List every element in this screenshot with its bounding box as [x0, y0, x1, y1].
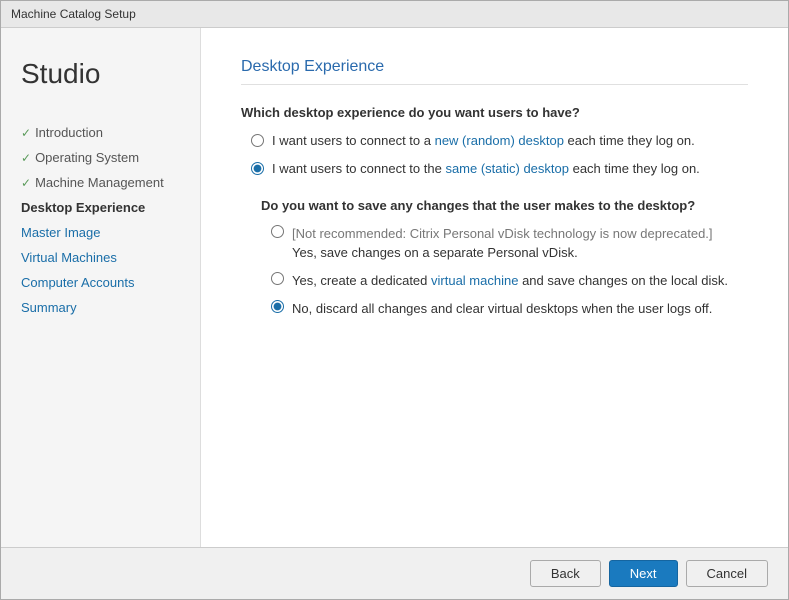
- radio-option-pvdisk: [Not recommended: Citrix Personal vDisk …: [261, 225, 748, 261]
- radio-option-static: I want users to connect to the same (sta…: [241, 160, 748, 178]
- radio-option-local-disk: Yes, create a dedicated virtual machine …: [261, 272, 748, 290]
- app-name: Studio: [1, 48, 200, 120]
- radio-random[interactable]: [251, 134, 264, 147]
- title-bar: Machine Catalog Setup: [1, 1, 788, 28]
- check-icon: ✓: [21, 176, 31, 190]
- radio-pvdisk-label[interactable]: [Not recommended: Citrix Personal vDisk …: [292, 225, 713, 261]
- sidebar-item-label: Introduction: [35, 125, 103, 140]
- radio-pvdisk[interactable]: [271, 225, 284, 238]
- question2: Do you want to save any changes that the…: [261, 198, 748, 213]
- check-icon: ✓: [21, 126, 31, 140]
- radio-static-label[interactable]: I want users to connect to the same (sta…: [272, 160, 700, 178]
- next-button[interactable]: Next: [609, 560, 678, 587]
- sidebar-item-introduction[interactable]: ✓ Introduction: [1, 120, 200, 145]
- sidebar-item-label: Virtual Machines: [21, 250, 117, 265]
- sidebar-item-desktop-experience[interactable]: Desktop Experience: [1, 195, 200, 220]
- sidebar-item-label: Master Image: [21, 225, 100, 240]
- content-area: Studio ✓ Introduction ✓ Operating System…: [1, 28, 788, 547]
- back-button[interactable]: Back: [530, 560, 601, 587]
- radio-discard[interactable]: [271, 300, 284, 313]
- radio-local-disk[interactable]: [271, 272, 284, 285]
- radio-random-label[interactable]: I want users to connect to a new (random…: [272, 132, 695, 150]
- footer: Back Next Cancel: [1, 547, 788, 599]
- sidebar-item-label: Operating System: [35, 150, 139, 165]
- radio-discard-label[interactable]: No, discard all changes and clear virtua…: [292, 300, 712, 318]
- sidebar-item-machine-management[interactable]: ✓ Machine Management: [1, 170, 200, 195]
- radio-static[interactable]: [251, 162, 264, 175]
- sidebar-item-label: Computer Accounts: [21, 275, 134, 290]
- radio-option-discard: No, discard all changes and clear virtua…: [261, 300, 748, 318]
- section-title: Desktop Experience: [241, 58, 748, 85]
- sidebar-item-summary[interactable]: Summary: [1, 295, 200, 320]
- check-icon: ✓: [21, 151, 31, 165]
- sidebar-item-label: Machine Management: [35, 175, 164, 190]
- question1: Which desktop experience do you want use…: [241, 105, 748, 120]
- sidebar: Studio ✓ Introduction ✓ Operating System…: [1, 28, 201, 547]
- radio-option-random: I want users to connect to a new (random…: [241, 132, 748, 150]
- cancel-button[interactable]: Cancel: [686, 560, 768, 587]
- radio-local-disk-label[interactable]: Yes, create a dedicated virtual machine …: [292, 272, 728, 290]
- sidebar-item-operating-system[interactable]: ✓ Operating System: [1, 145, 200, 170]
- sidebar-item-computer-accounts[interactable]: Computer Accounts: [1, 270, 200, 295]
- window-title: Machine Catalog Setup: [11, 7, 136, 21]
- sidebar-item-master-image[interactable]: Master Image: [1, 220, 200, 245]
- sidebar-item-virtual-machines[interactable]: Virtual Machines: [1, 245, 200, 270]
- sidebar-item-label: Desktop Experience: [21, 200, 145, 215]
- window: Machine Catalog Setup Studio ✓ Introduct…: [0, 0, 789, 600]
- main-content: Desktop Experience Which desktop experie…: [201, 28, 788, 547]
- sub-section: Do you want to save any changes that the…: [261, 198, 748, 318]
- sidebar-item-label: Summary: [21, 300, 77, 315]
